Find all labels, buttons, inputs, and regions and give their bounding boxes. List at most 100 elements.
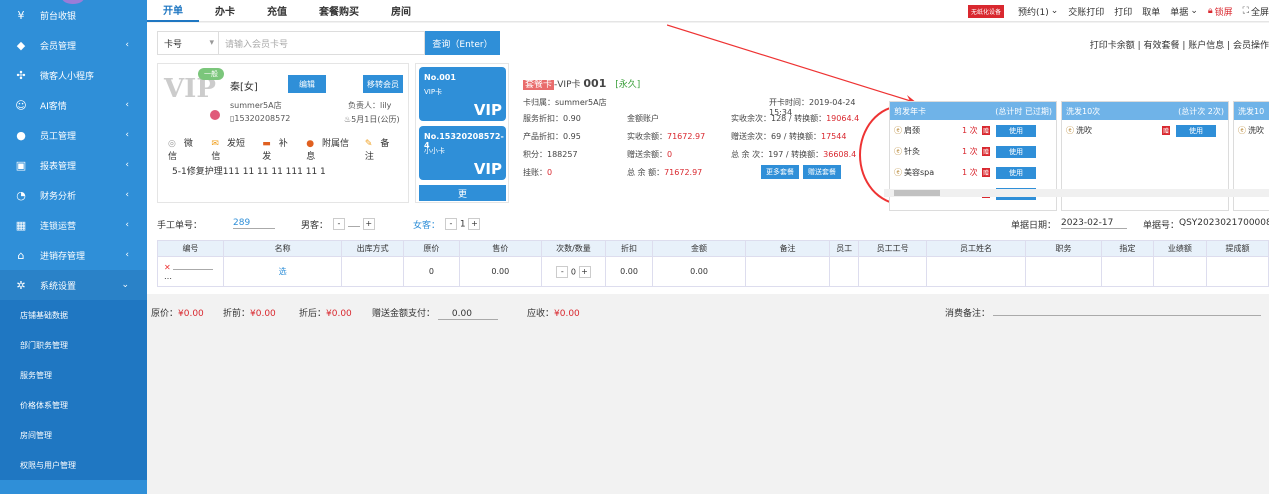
bill-form: 手工单号： 289 男客： - + 女客： - 1 + 单据日期： 2023-0… xyxy=(157,215,1269,235)
card-search-input[interactable]: 请输入会员卡号 xyxy=(219,31,425,55)
sidebar-subitem[interactable]: 房间管理 xyxy=(0,420,147,450)
booking-link[interactable]: 预约(1) xyxy=(1018,5,1049,18)
tab-open-bill[interactable]: 开单 xyxy=(147,0,199,22)
member-links[interactable]: 打印卡余额 | 有效套餐 | 账户信息 | 会员操作 xyxy=(1090,38,1269,51)
sidebar-item[interactable]: ▦ 连锁运营 ‹ xyxy=(0,210,147,240)
gift-pay-input[interactable]: 0.00 xyxy=(437,309,498,320)
edit-button[interactable]: 编辑 xyxy=(288,75,326,93)
report-icon: ▣ xyxy=(15,158,27,172)
bill-link[interactable]: 单据 xyxy=(1170,5,1188,18)
level-badge: 一般 xyxy=(198,68,224,80)
take-order-link[interactable]: 取单 xyxy=(1142,5,1160,18)
female-plus-button[interactable]: + xyxy=(468,218,481,230)
use-button[interactable]: 使用 xyxy=(996,145,1036,158)
male-plus-button[interactable]: + xyxy=(362,218,375,230)
sidebar-item[interactable]: ◆ 会员管理 ‹ xyxy=(0,30,147,60)
tab-package[interactable]: 套餐购买 xyxy=(303,0,375,22)
more-package-button[interactable]: 更多套餐 xyxy=(761,165,799,179)
vip-card-small[interactable]: No.15320208572-4 小小卡 VIP xyxy=(419,126,506,180)
remark-action[interactable]: ✎ 备注 xyxy=(365,136,400,162)
sidebar-subitem[interactable]: 价格体系管理 xyxy=(0,390,147,420)
annotation-arrow xyxy=(667,24,918,104)
table-header: 业绩额 xyxy=(1152,240,1208,257)
order-table: 编号 名称 出库方式 原价 售价 次数/数量 折扣 金额 备注 员工 员工工号 员工姓名 职务 指定 业绩额… xyxy=(157,240,1269,287)
chevron-icon: ⌄ xyxy=(121,280,129,290)
sidebar-item[interactable]: ✲ 系统设置 ⌄ xyxy=(0,270,147,300)
sidebar-item[interactable]: ⌂ 进销存管理 ‹ xyxy=(0,240,147,270)
top-actions: 无纸化设备 预约(1) ⌄ 交账打印 打印 取单 单据 ⌄ 🔒︎ 锁屏 ⛶ 全屏 xyxy=(958,0,1269,22)
sidebar-subitem[interactable]: 店铺基础数据 xyxy=(0,300,147,330)
table-header: 名称 xyxy=(222,240,343,257)
manual-no-input[interactable]: 289 xyxy=(233,218,275,229)
use-button[interactable]: 使用 xyxy=(1176,124,1216,137)
qty-minus-button[interactable]: - xyxy=(556,265,569,278)
fullscreen-icon: ⛶ xyxy=(1242,6,1249,16)
member-store: summer5A店 xyxy=(230,101,282,110)
member-actions: ◎ 微信 ✉ 发短信 ▬ 补发 ● 附属信息 ✎ 备注 xyxy=(168,136,408,162)
tab-recharge[interactable]: 充值 xyxy=(251,0,303,22)
sidebar-item[interactable]: ◔ 财务分析 ‹ xyxy=(0,180,147,210)
sidebar-subitem[interactable]: 部门职务管理 xyxy=(0,330,147,360)
more-cards-button[interactable]: 更 xyxy=(419,185,506,201)
search-type-select[interactable]: 卡号 ▾ xyxy=(157,31,219,55)
table-header: 折扣 xyxy=(604,240,654,257)
use-button[interactable]: 使用 xyxy=(996,166,1036,179)
chevron-icon: ‹ xyxy=(125,40,129,50)
sidebar: ¥ 前台收银 ◆ 会员管理 ‹ ✣ 微客人小程序 ☺ AI客情 ‹ ● 员工管理 ‹ ▣ 报表管理 ‹ ◔ 财务分… xyxy=(0,0,147,494)
miniapp-icon: ✣ xyxy=(16,68,26,82)
card-list: No.001 VIP卡 VIP No.15320208572-4 小小卡 VIP 更 xyxy=(415,63,509,203)
remark-input[interactable] xyxy=(992,315,1261,316)
table-header: 备注 xyxy=(744,240,831,257)
wechat-action[interactable]: ◎ 微信 xyxy=(168,136,203,162)
yen-icon: ¥ xyxy=(17,8,25,22)
move-member-button[interactable]: 移转会员 xyxy=(363,75,403,93)
bill-date-input[interactable]: 2023-02-17 xyxy=(1061,218,1127,229)
device-badge[interactable]: 无纸化设备 xyxy=(967,4,1004,18)
member-birthday: 5月1日(公历) xyxy=(351,115,400,124)
card-tag: 套餐卡 xyxy=(523,80,555,90)
member-card: VIP 一般 秦[女] 编辑 移转会员 summer5A店 负责人：lily ▯… xyxy=(157,63,409,203)
table-header: 指定 xyxy=(1101,240,1154,257)
print-link[interactable]: 打印 xyxy=(1114,5,1132,18)
use-button[interactable]: 使用 xyxy=(996,124,1036,137)
delete-icon[interactable]: ✕ xyxy=(164,263,171,272)
sidebar-item[interactable]: ☺ AI客情 ‹ xyxy=(0,90,147,120)
sidebar-item[interactable]: ● 员工管理 ‹ xyxy=(0,120,147,150)
shift-print-link[interactable]: 交账打印 xyxy=(1068,5,1104,18)
main-content: 卡号 ▾ 请输入会员卡号 查询（Enter） 打印卡余额 | 有效套餐 | 账户信… xyxy=(147,23,1269,494)
vip-card-001[interactable]: No.001 VIP卡 VIP xyxy=(419,67,506,121)
card-icon: ▬ xyxy=(262,139,271,149)
female-minus-button[interactable]: - xyxy=(445,218,457,230)
sms-action[interactable]: ✉ 发短信 xyxy=(211,136,254,162)
home-icon: ⌂ xyxy=(17,248,25,262)
table-header: 职务 xyxy=(1024,240,1103,257)
extra-info-action[interactable]: ● 附属信息 xyxy=(306,136,357,162)
reissue-action[interactable]: ▬ 补发 xyxy=(262,136,298,162)
chevron-down-icon: ▾ xyxy=(209,38,214,48)
bill-number: QSY2023021700008 xyxy=(1179,218,1269,228)
gift-package-button[interactable]: 赠送套餐 xyxy=(803,165,841,179)
chevron-icon: ‹ xyxy=(125,190,129,200)
chevron-icon: ‹ xyxy=(125,100,129,110)
query-button[interactable]: 查询（Enter） xyxy=(425,31,500,55)
tab-room[interactable]: 房间 xyxy=(375,0,427,22)
tab-card[interactable]: 办卡 xyxy=(199,0,251,22)
horizontal-scrollbar[interactable] xyxy=(884,189,1269,197)
sidebar-subitem[interactable]: 权限与用户管理 xyxy=(0,450,147,480)
search-icon xyxy=(210,110,220,120)
sidebar-item[interactable]: ▣ 报表管理 ‹ xyxy=(0,150,147,180)
chevron-icon: ‹ xyxy=(125,160,129,170)
sidebar-subitem[interactable]: 服务管理 xyxy=(0,360,147,390)
qty-plus-button[interactable]: + xyxy=(578,265,591,278)
fullscreen-link[interactable]: 全屏 xyxy=(1251,5,1269,18)
sidebar-item[interactable]: ✣ 微客人小程序 xyxy=(0,60,147,90)
male-minus-button[interactable]: - xyxy=(333,218,345,230)
ai-user-icon: ☺ xyxy=(15,98,27,112)
chevron-icon: ‹ xyxy=(125,250,129,260)
table-header: 次数/数量 xyxy=(541,240,606,257)
table-header: 原价 xyxy=(403,240,460,257)
lock-screen-link[interactable]: 锁屏 xyxy=(1215,5,1233,18)
select-link[interactable]: 选 xyxy=(222,256,343,287)
sidebar-item[interactable]: ¥ 前台收银 xyxy=(0,0,147,30)
lock-icon: 🔒︎ xyxy=(1207,6,1213,16)
